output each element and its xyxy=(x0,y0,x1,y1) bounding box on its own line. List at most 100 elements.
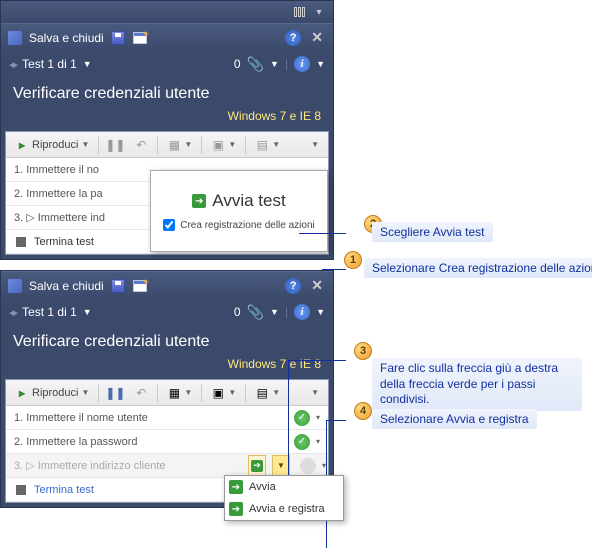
undo-button[interactable]: ↶ xyxy=(129,383,153,403)
attachment-icon[interactable]: 📎 xyxy=(247,304,264,321)
step-text: 1. Immettere il nome utente xyxy=(14,412,288,424)
help-icon[interactable]: ? xyxy=(285,30,301,46)
tool-icon: ▦ xyxy=(167,138,181,152)
test-config: Windows 7 e IE 8 xyxy=(1,107,333,131)
step-text: 2. Immettere la password xyxy=(14,436,288,448)
status-pass-icon[interactable]: ✓ xyxy=(294,434,310,450)
separator xyxy=(201,136,202,154)
tool-button-2[interactable]: ▣▼ xyxy=(206,135,241,155)
caret-down-icon: ▼ xyxy=(311,388,319,397)
caret-down-icon: ▼ xyxy=(228,388,236,397)
info-icon[interactable]: i xyxy=(294,56,310,72)
separator: | xyxy=(285,305,288,319)
attachment-dropdown-icon[interactable]: ▼ xyxy=(270,307,279,317)
camera-icon: ▣ xyxy=(211,138,225,152)
pause-button[interactable]: ❚❚ xyxy=(103,383,127,403)
start-test-label: Avvia test xyxy=(212,191,285,211)
undo-button[interactable]: ↶ xyxy=(129,135,153,155)
callout-badge: 3 xyxy=(354,342,372,360)
save-close-button[interactable]: Salva e chiudi xyxy=(29,279,104,293)
separator xyxy=(245,384,246,402)
info-dropdown-icon[interactable]: ▼ xyxy=(316,307,325,317)
test-runner-window-1: ▾ Salva e chiudi ? ✕ ◂▸ Test 1 di 1 ▼ 0 … xyxy=(0,0,334,260)
tool-button-2[interactable]: ▣▼ xyxy=(206,383,241,403)
checkbox-input[interactable] xyxy=(163,219,175,231)
test-title: Verificare credenziali utente xyxy=(1,325,333,355)
test-dropdown-icon[interactable]: ▼ xyxy=(83,59,92,69)
caret-down-icon: ▼ xyxy=(81,388,89,397)
shared-step-menu: ➔ Avvia ➔ Avvia e registra xyxy=(224,475,344,521)
separator xyxy=(157,384,158,402)
menu-item-start[interactable]: ➔ Avvia xyxy=(225,476,343,498)
test-config: Windows 7 e IE 8 xyxy=(1,355,333,379)
tool-button-4[interactable]: ▼ xyxy=(306,137,324,152)
info-dropdown-icon[interactable]: ▼ xyxy=(316,59,325,69)
pause-button[interactable]: ❚❚ xyxy=(103,135,127,155)
tool-button-4[interactable]: ▼ xyxy=(306,385,324,400)
layout-columns-icon[interactable] xyxy=(291,5,307,19)
play-button[interactable]: ▸ Riproduci ▼ xyxy=(10,383,94,403)
titlebar: Salva e chiudi ? ✕ xyxy=(1,271,333,299)
camera-icon: ▣ xyxy=(211,386,225,400)
nav-prev-next-icon[interactable]: ◂▸ xyxy=(9,306,16,319)
tool-button-3[interactable]: ▤▼ xyxy=(250,135,285,155)
stop-icon xyxy=(14,483,28,497)
attachment-count: 0 xyxy=(234,305,241,319)
test-dropdown-icon[interactable]: ▼ xyxy=(83,307,92,317)
callout-3: 3 xyxy=(354,342,372,360)
nav-prev-next-icon[interactable]: ◂▸ xyxy=(9,58,16,71)
status-dropdown-icon[interactable]: ▾ xyxy=(316,437,320,446)
pause-icon: ❚❚ xyxy=(108,386,122,400)
save-close-button[interactable]: Salva e chiudi xyxy=(29,31,104,45)
tool-button-1[interactable]: ▦▼ xyxy=(162,383,197,403)
info-icon[interactable]: i xyxy=(294,304,310,320)
play-button[interactable]: ▸ Riproduci ▼ xyxy=(10,135,94,155)
close-icon[interactable]: ✕ xyxy=(307,29,327,46)
help-icon[interactable]: ? xyxy=(285,278,301,294)
callout-line xyxy=(288,360,346,361)
callout-3-text: Fare clic sulla freccia giù a destra del… xyxy=(372,358,582,411)
undo-icon: ↶ xyxy=(134,386,148,400)
caret-down-icon: ▼ xyxy=(228,140,236,149)
save-icon[interactable] xyxy=(110,30,126,46)
close-icon[interactable]: ✕ xyxy=(307,277,327,294)
separator: | xyxy=(285,57,288,71)
titlebar: Salva e chiudi ? ✕ xyxy=(1,23,333,51)
caret-down-icon: ▼ xyxy=(184,388,192,397)
separator xyxy=(98,136,99,154)
status-pass-icon[interactable]: ✓ xyxy=(294,410,310,426)
separator xyxy=(201,384,202,402)
attachment-dropdown-icon[interactable]: ▼ xyxy=(270,59,279,69)
step-row[interactable]: 2. Immettere la password ✓ ▾ xyxy=(6,430,328,454)
play-label: Riproduci xyxy=(32,387,78,399)
test-nav-bar: ◂▸ Test 1 di 1 ▼ 0 📎 ▼ | i ▼ xyxy=(1,51,333,77)
separator xyxy=(245,136,246,154)
step-text: 3. ▷ Immettere indirizzo cliente xyxy=(14,459,242,472)
content-area: ▸ Riproduci ▼ ❚❚ ↶ ▦▼ ▣▼ ▤▼ ▼ 1. Immette… xyxy=(5,131,329,255)
tool-button-1[interactable]: ▦▼ xyxy=(162,135,197,155)
play-arrow-icon: ➔ xyxy=(192,194,206,208)
status-dropdown-icon[interactable]: ▾ xyxy=(316,413,320,422)
save-icon[interactable] xyxy=(110,278,126,294)
menu-label: Avvia xyxy=(249,481,276,493)
action-toolbar: ▸ Riproduci ▼ ❚❚ ↶ ▦▼ ▣▼ ▤▼ ▼ xyxy=(6,380,328,406)
menu-item-start-record[interactable]: ➔ Avvia e registra xyxy=(225,498,343,520)
shared-step-play-button[interactable]: ➔ xyxy=(248,455,266,477)
window-dropdown-icon[interactable]: ▾ xyxy=(311,5,327,19)
test-runner-window-2: Salva e chiudi ? ✕ ◂▸ Test 1 di 1 ▼ 0 📎 … xyxy=(0,270,334,508)
attachment-count: 0 xyxy=(234,57,241,71)
new-window-icon[interactable] xyxy=(132,278,148,294)
status-pending-icon[interactable] xyxy=(300,458,316,474)
callout-2-text: Scegliere Avvia test xyxy=(372,222,493,242)
action-toolbar: ▸ Riproduci ▼ ❚❚ ↶ ▦▼ ▣▼ ▤▼ ▼ xyxy=(6,132,328,158)
new-window-icon[interactable] xyxy=(132,30,148,46)
separator xyxy=(157,136,158,154)
bug-icon: ▤ xyxy=(255,138,269,152)
record-actions-checkbox[interactable]: Crea registrazione delle azioni xyxy=(163,219,315,231)
steps-list: 1. Immettere il nome utente ✓ ▾ 2. Immet… xyxy=(6,406,328,502)
attachment-icon[interactable]: 📎 xyxy=(247,56,264,73)
tool-button-3[interactable]: ▤▼ xyxy=(250,383,285,403)
start-test-button[interactable]: ➔ Avvia test xyxy=(192,191,285,211)
step-row[interactable]: 1. Immettere il nome utente ✓ ▾ xyxy=(6,406,328,430)
test-counter: Test 1 di 1 xyxy=(22,305,77,319)
